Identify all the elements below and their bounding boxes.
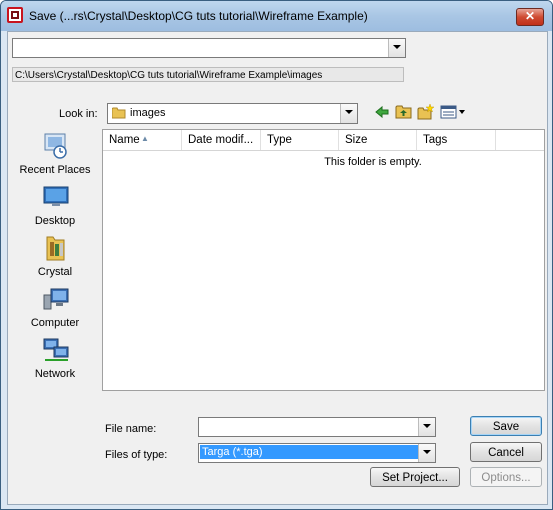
place-network[interactable]: Network bbox=[14, 336, 96, 384]
file-name-combobox[interactable] bbox=[198, 417, 436, 437]
place-label: Desktop bbox=[34, 215, 76, 227]
place-recent-places[interactable]: Recent Places bbox=[14, 132, 96, 180]
views-menu-icon[interactable] bbox=[440, 104, 466, 120]
app-icon bbox=[7, 7, 23, 23]
file-type-value: Targa (*.tga) bbox=[200, 445, 418, 459]
place-label: Recent Places bbox=[19, 164, 91, 176]
close-icon: ✕ bbox=[524, 9, 536, 23]
history-combobox[interactable] bbox=[12, 38, 406, 58]
place-crystal[interactable]: Crystal bbox=[14, 234, 96, 282]
save-button[interactable]: Save bbox=[470, 416, 542, 436]
up-folder-icon[interactable] bbox=[395, 104, 413, 120]
title-bar[interactable]: Save (...rs\Crystal\Desktop\CG tuts tuto… bbox=[1, 1, 552, 31]
place-computer[interactable]: Computer bbox=[14, 285, 96, 333]
save-dialog: Save (...rs\Crystal\Desktop\CG tuts tuto… bbox=[0, 0, 553, 510]
file-list[interactable]: ▲ Name Date modif... Type Size Tags This… bbox=[102, 129, 545, 391]
column-header-date-modified[interactable]: Date modif... bbox=[182, 130, 261, 150]
chevron-down-icon[interactable] bbox=[418, 418, 435, 436]
place-desktop[interactable]: Desktop bbox=[14, 183, 96, 231]
chevron-down-icon[interactable] bbox=[340, 104, 357, 123]
computer-icon bbox=[43, 288, 69, 310]
chevron-down-icon[interactable] bbox=[418, 444, 435, 462]
sort-caret-icon: ▲ bbox=[141, 134, 149, 143]
chevron-down-icon[interactable] bbox=[388, 39, 405, 57]
look-in-value: images bbox=[130, 107, 166, 119]
column-header-size[interactable]: Size bbox=[339, 130, 417, 150]
options-button[interactable]: Options... bbox=[470, 467, 542, 487]
look-in-label: Look in: bbox=[59, 108, 98, 120]
look-in-combobox[interactable]: images bbox=[107, 103, 358, 124]
desktop-icon bbox=[43, 186, 69, 206]
current-path-field: C:\Users\Crystal\Desktop\CG tuts tutoria… bbox=[12, 67, 404, 82]
dialog-body: C:\Users\Crystal\Desktop\CG tuts tutoria… bbox=[7, 31, 548, 505]
places-bar: Recent Places Desktop Crystal Computer N… bbox=[14, 128, 96, 388]
empty-folder-message: This folder is empty. bbox=[324, 156, 422, 168]
network-icon bbox=[43, 338, 69, 361]
back-arrow-icon[interactable] bbox=[373, 104, 391, 120]
column-header-type[interactable]: Type bbox=[261, 130, 339, 150]
place-label: Network bbox=[34, 368, 76, 380]
close-button[interactable]: ✕ bbox=[516, 8, 544, 26]
cancel-button[interactable]: Cancel bbox=[470, 442, 542, 462]
file-type-combobox[interactable]: Targa (*.tga) bbox=[198, 443, 436, 463]
file-list-header: ▲ Name Date modif... Type Size Tags bbox=[103, 130, 544, 151]
folder-icon bbox=[112, 107, 126, 119]
file-type-label: Files of type: bbox=[105, 449, 168, 461]
recent-places-icon bbox=[44, 133, 67, 159]
column-header-tags[interactable]: Tags bbox=[417, 130, 496, 150]
place-label: Crystal bbox=[37, 266, 73, 278]
column-header-name[interactable]: ▲ Name bbox=[103, 130, 182, 150]
window-title: Save (...rs\Crystal\Desktop\CG tuts tuto… bbox=[29, 9, 368, 23]
set-project-button[interactable]: Set Project... bbox=[370, 467, 460, 487]
file-name-label: File name: bbox=[105, 423, 157, 435]
user-folder-icon bbox=[46, 236, 65, 261]
place-label: Computer bbox=[30, 317, 80, 329]
new-folder-icon[interactable] bbox=[417, 104, 435, 120]
